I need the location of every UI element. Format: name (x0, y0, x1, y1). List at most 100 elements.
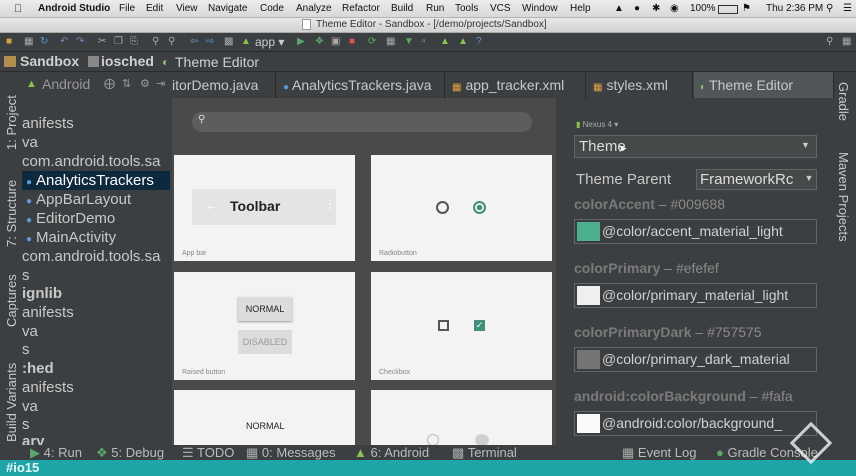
stop-icon[interactable]: ■ (349, 36, 355, 48)
switch-on[interactable] (475, 434, 489, 445)
run-icon[interactable]: ▶ (297, 36, 305, 48)
tool-android[interactable]: ▲ 6: Android (354, 445, 429, 460)
tree-item-selected[interactable]: ● AnalyticsTrackers (22, 171, 170, 190)
tree-item[interactable]: ● AppBarLayout (22, 190, 170, 209)
tree-item[interactable]: anifests (22, 303, 170, 322)
tool-debug[interactable]: ❖ 5: Debug (96, 445, 164, 461)
redo-icon[interactable]: ↷ (76, 36, 84, 48)
sync-icon[interactable]: ↻ (40, 36, 48, 48)
flag-icon[interactable]: ⚑ (742, 3, 751, 14)
color-swatch[interactable] (577, 350, 600, 369)
color-accent-field[interactable]: @color/accent_material_light (574, 219, 817, 244)
avd-manager-icon[interactable]: ▫ (422, 36, 426, 48)
menu-refactor[interactable]: Refactor (342, 3, 380, 14)
hide-panel-icon[interactable]: ⇥ (156, 77, 165, 90)
checkbox-checked[interactable]: ✓ (474, 320, 485, 331)
battery-icon[interactable] (718, 5, 738, 14)
tree-item[interactable]: ● MainActivity (22, 228, 170, 247)
forward-icon[interactable]: ⇨ (206, 36, 214, 48)
project-structure-icon[interactable]: ▦ (386, 36, 395, 48)
menu-help[interactable]: Help (570, 3, 591, 14)
preview-search-field[interactable]: ⚲ (192, 112, 532, 132)
window-tile-icon[interactable]: ▦ (842, 36, 851, 48)
tab-analytics-trackers[interactable]: ● AnalyticsTrackers.java (277, 72, 445, 98)
undo-icon[interactable]: ↶ (60, 36, 68, 48)
device-select[interactable]: ▮ Nexus 4 ▾ (576, 120, 618, 129)
checkbox-unchecked[interactable] (438, 320, 449, 331)
cut-icon[interactable]: ✂ (98, 36, 106, 48)
sdk-manager-icon[interactable]: ▼ (404, 36, 414, 48)
structure-tool-tab[interactable]: 7: Structure (4, 180, 19, 247)
sync-gradle-icon[interactable]: ⟳ (368, 36, 376, 48)
tree-item[interactable]: s (22, 340, 170, 359)
tool-event-log[interactable]: ▦ Event Log (622, 445, 696, 461)
notification-center-icon[interactable]: ☰ (843, 3, 852, 14)
maven-projects-tool-tab[interactable]: Maven Projects (836, 152, 851, 242)
bluetooth-icon[interactable]: ✱ (652, 3, 660, 14)
sync-scroll-icon[interactable]: ⨁ (104, 77, 115, 90)
open-folder-icon[interactable]: ■ (6, 36, 12, 48)
radio-checked[interactable] (473, 201, 486, 214)
debug-icon[interactable]: ❖ (315, 36, 324, 48)
settings-icon[interactable]: ⚙ (140, 77, 150, 90)
copy-icon[interactable]: ❐ (114, 36, 123, 48)
tree-item[interactable]: anifests (22, 114, 170, 133)
menu-run[interactable]: Run (426, 3, 444, 14)
tool-messages[interactable]: ▦ 0: Messages (246, 445, 336, 461)
tree-item[interactable]: ignlib (22, 284, 170, 303)
tree-item[interactable]: com.android.tools.sa (22, 247, 170, 266)
menu-vcs[interactable]: VCS (490, 3, 511, 14)
spotlight-icon[interactable]: ⚲ (826, 3, 833, 14)
color-primary-dark-field[interactable]: @color/primary_dark_material (574, 347, 817, 372)
flat-normal-button[interactable]: NORMAL (246, 421, 285, 431)
tab-styles-xml[interactable]: ▦ styles.xml (587, 72, 693, 98)
breadcrumb-iosched[interactable]: iosched (101, 53, 154, 69)
android-device-icon[interactable]: ▲ (458, 36, 468, 48)
project-tool-tab[interactable]: 1: Project (4, 95, 19, 150)
menu-view[interactable]: View (176, 3, 198, 14)
color-swatch[interactable] (577, 222, 600, 241)
help-icon[interactable]: ? (476, 36, 482, 48)
tree-item[interactable]: va (22, 322, 170, 341)
tree-item[interactable]: ● EditorDemo (22, 209, 170, 228)
tree-item[interactable]: anifests (22, 378, 170, 397)
menu-navigate[interactable]: Navigate (208, 3, 247, 14)
menu-clock[interactable]: Thu 2:36 PM (766, 3, 823, 14)
menu-window[interactable]: Window (522, 3, 558, 14)
find-icon[interactable]: ⚲ (152, 36, 159, 48)
build-variants-tool-tab[interactable]: Build Variants (4, 363, 19, 442)
menu-analyze[interactable]: Analyze (296, 3, 332, 14)
color-swatch[interactable] (577, 286, 600, 305)
tree-item[interactable]: va (22, 397, 170, 416)
wifi-icon[interactable]: ◉ (670, 3, 679, 14)
apple-icon[interactable]:  (14, 3, 22, 15)
menu-code[interactable]: Code (260, 3, 284, 14)
tab-app-tracker-xml[interactable]: ▦ app_tracker.xml (446, 72, 586, 98)
save-icon[interactable]: ▦ (24, 36, 33, 48)
app-menu[interactable]: Android Studio (38, 3, 110, 14)
replace-icon[interactable]: ⚲ (168, 36, 175, 48)
theme-select[interactable]: Theme ▼ (574, 135, 817, 158)
tree-item[interactable]: s (22, 266, 170, 285)
dropbox-icon[interactable]: ▲ (614, 3, 624, 14)
theme-parent-select[interactable]: FrameworkRc ▼ (696, 169, 817, 190)
gradle-tool-tab[interactable]: Gradle (836, 82, 851, 121)
paste-icon[interactable]: ⎘ (130, 36, 138, 48)
notification-icon[interactable]: ● (634, 3, 640, 14)
tool-todo[interactable]: ☰ TODO (182, 445, 234, 461)
tab-theme-editor[interactable]: ◐ Theme Editor (694, 72, 834, 98)
normal-button[interactable]: NORMAL (238, 297, 292, 321)
color-background-field[interactable]: @android:color/background_ (574, 411, 817, 436)
menu-build[interactable]: Build (391, 3, 413, 14)
make-project-icon[interactable]: ▩ (224, 36, 233, 48)
back-icon[interactable]: ⇦ (190, 36, 198, 48)
tree-item[interactable]: com.android.tools.sa (22, 152, 170, 171)
color-primary-field[interactable]: @color/primary_material_light (574, 283, 817, 308)
android-monitor-icon[interactable]: ▲ (440, 36, 450, 48)
tree-item[interactable]: :hed (22, 359, 170, 378)
tree-item[interactable]: va (22, 133, 170, 152)
menu-tools[interactable]: Tools (455, 3, 478, 14)
tab-editor-demo[interactable]: itorDemo.java (170, 72, 276, 98)
captures-tool-tab[interactable]: Captures (4, 274, 19, 327)
tool-run[interactable]: ▶ 4: Run (30, 445, 82, 461)
